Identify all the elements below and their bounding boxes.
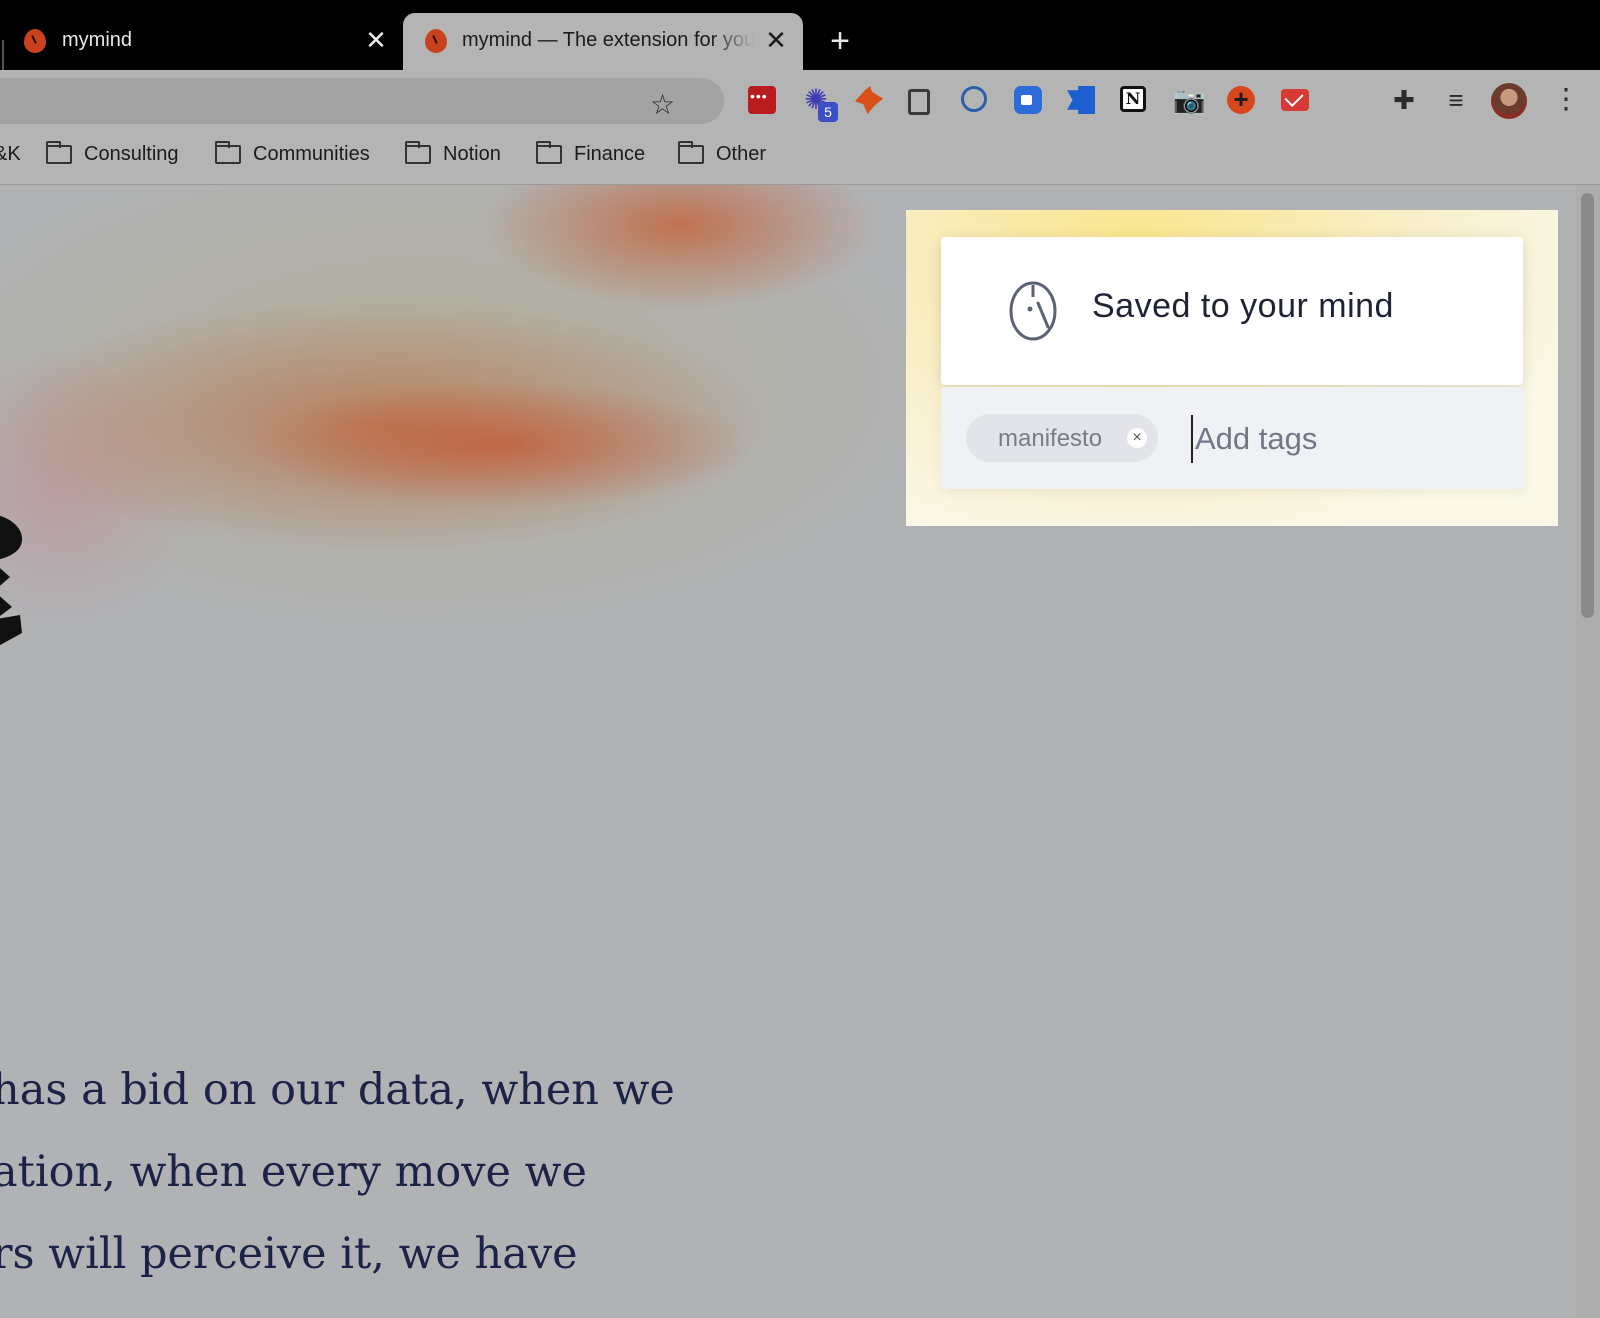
folder-icon [215, 141, 241, 164]
page-scrollbar[interactable] [1576, 185, 1600, 1318]
bookmark-label: Communities [253, 143, 370, 165]
tag-editor: manifesto × [941, 387, 1525, 489]
folder-icon [536, 141, 562, 164]
bookmark-label: &K [0, 143, 21, 165]
bookmark-truncated[interactable]: &K [0, 143, 21, 166]
saved-confirmation-card: Saved to your mind [941, 237, 1523, 385]
bookmark-notion[interactable]: Notion [405, 141, 501, 166]
tab-separator [2, 40, 4, 70]
folder-icon [405, 141, 431, 164]
bookmark-communities[interactable]: Communities [215, 141, 370, 166]
bookmark-label: Notion [443, 143, 501, 165]
plus-circle-icon[interactable]: + [1227, 86, 1255, 114]
bookmark-finance[interactable]: Finance [536, 141, 646, 166]
manifesto-line: has a bid on our data, when we [0, 1065, 675, 1115]
manifesto-line: ation, when every move we [0, 1147, 587, 1197]
bookmark-label: Consulting [84, 143, 179, 165]
new-tab-button[interactable]: + [822, 22, 858, 60]
mymind-popup: Saved to your mind manifesto × [906, 210, 1558, 526]
bookmark-consulting[interactable]: Consulting [46, 141, 179, 166]
scroll-thumb[interactable] [1581, 193, 1594, 618]
bookmark-label: Other [716, 143, 767, 165]
mymind-favicon-icon [24, 29, 46, 53]
bookmark-star-icon[interactable]: ☆ [650, 90, 675, 120]
tab-title: mymind — The extension for your mind [462, 29, 754, 51]
tag-label: manifesto [998, 425, 1103, 452]
document-icon[interactable] [908, 89, 930, 115]
tab-title: mymind [62, 29, 133, 51]
red-dots-icon[interactable] [748, 86, 776, 114]
add-tags-input[interactable] [1191, 415, 1497, 463]
close-tab-icon[interactable]: ✕ [361, 25, 391, 55]
address-bar[interactable]: ☆ [0, 78, 724, 124]
blue-flag-icon[interactable] [1067, 86, 1095, 114]
orange-fox-icon[interactable] [855, 86, 883, 114]
remove-tag-icon[interactable]: × [1127, 428, 1147, 448]
bookmark-other[interactable]: Other [678, 141, 767, 166]
notion-icon[interactable]: N [1120, 86, 1146, 112]
close-tab-icon[interactable]: ✕ [761, 25, 791, 55]
avatar[interactable] [1491, 83, 1527, 119]
mymind-favicon-icon [425, 29, 447, 53]
mail-icon[interactable] [1281, 89, 1309, 111]
tab-strip: mymind ✕ mymind — The extension for your… [0, 0, 1600, 70]
bookmark-label: Finance [574, 143, 646, 165]
manifesto-line: rs will perceive it, we have [0, 1229, 578, 1279]
tag-chip[interactable]: manifesto × [966, 414, 1158, 462]
folder-icon [46, 141, 72, 164]
saved-title: Saved to your mind [1092, 287, 1394, 325]
mymind-logo-icon [1009, 281, 1057, 341]
folder-icon [678, 141, 704, 164]
media-list-icon[interactable]: ≡ [1442, 86, 1470, 114]
zoom-video-icon[interactable] [1014, 86, 1042, 114]
puzzle-icon[interactable]: ✚ [1390, 86, 1418, 114]
key-lock-icon[interactable] [961, 86, 987, 112]
bookmarks-bar: &K Consulting Communities Notion Finance… [0, 132, 1600, 185]
tab-mymind[interactable]: mymind ✕ [0, 13, 400, 70]
extension-badge: 5 [818, 102, 838, 122]
browser-toolbar: ☆ ✺ 5 N 📷 + ✚ ≡ ⋮ [0, 70, 1600, 132]
camera-icon[interactable]: 📷 [1173, 86, 1205, 114]
logo-fragment-icon [0, 516, 23, 646]
tab-mymind-extension[interactable]: mymind — The extension for your mind ✕ [403, 13, 803, 70]
menu-dots-icon[interactable]: ⋮ [1552, 80, 1580, 118]
